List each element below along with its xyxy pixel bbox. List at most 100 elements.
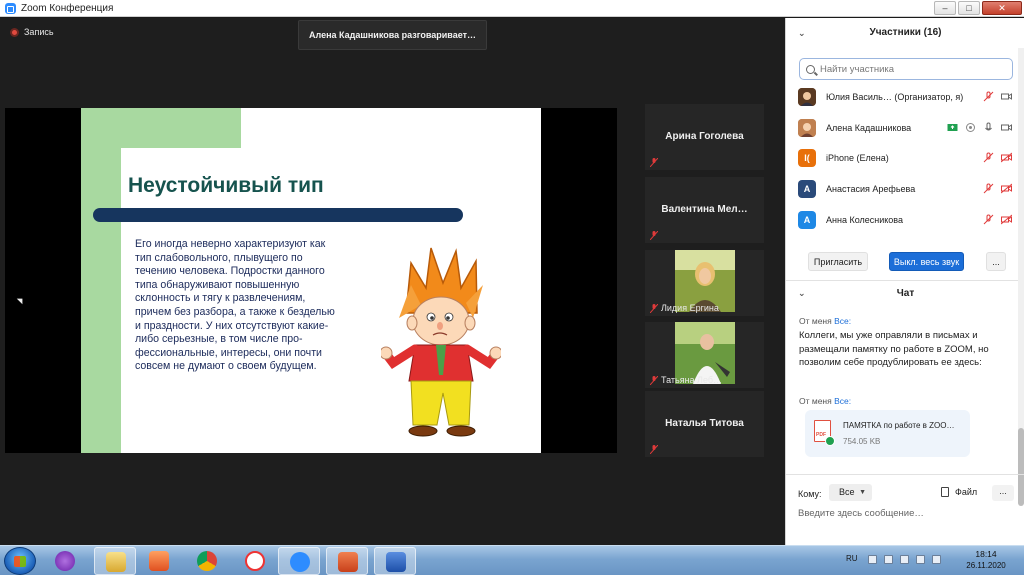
recipient-label: Кому: <box>798 489 822 499</box>
language-indicator[interactable]: RU <box>846 554 858 563</box>
message-recipient[interactable]: Все: <box>834 396 851 406</box>
clock-time: 18:14 <box>975 549 997 559</box>
participant-name: Анастасия Арефьева <box>826 184 916 194</box>
battery-icon[interactable] <box>916 555 925 564</box>
video-thumbnail[interactable]: Лидия Ергина <box>645 250 764 316</box>
invite-button[interactable]: Пригласить <box>808 252 868 271</box>
tray-expand-icon[interactable] <box>868 555 877 564</box>
more-options-button[interactable]: ... <box>986 252 1006 271</box>
meeting-view: Запись Алена Кадашникова разговаривает… … <box>0 18 785 545</box>
chat-scrollbar[interactable] <box>1018 48 1024 506</box>
video-icon[interactable] <box>1001 91 1012 102</box>
video-off-icon[interactable] <box>1001 214 1012 225</box>
taskbar-app-explorer[interactable] <box>94 547 136 575</box>
message-meta: От меня Все: <box>799 316 851 326</box>
message-recipient[interactable]: Все: <box>834 316 851 326</box>
avatar <box>798 119 816 137</box>
taskbar-app-zoom[interactable] <box>278 547 320 575</box>
taskbar-app-chrome[interactable] <box>186 547 228 575</box>
clock[interactable]: 18:14 26.11.2020 <box>961 549 1011 570</box>
taskbar-app-yandex[interactable] <box>234 547 276 575</box>
mic-muted-icon[interactable] <box>983 152 994 163</box>
participant-row[interactable]: Алена Кадашникова <box>798 114 1020 142</box>
collapse-chevron-icon[interactable]: ⌄ <box>798 288 806 299</box>
participant-name: Анна Колесникова <box>826 215 903 225</box>
volume-icon[interactable] <box>932 555 941 564</box>
thumbnail-name: Арина Гоголева <box>665 131 744 142</box>
tor-browser-icon <box>55 551 75 571</box>
presentation-slide: Неустойчивый тип Его иногда неверно хара… <box>81 108 541 453</box>
participant-controls <box>983 91 1012 102</box>
participant-name: Алена Кадашникова <box>826 123 912 133</box>
taskbar-app-tor[interactable] <box>44 547 86 575</box>
video-icon[interactable] <box>1001 122 1012 133</box>
video-thumbnail[interactable]: Татьяна Леб… <box>645 322 764 388</box>
video-thumbnail[interactable]: Наталья Титова <box>645 391 764 457</box>
mute-all-button[interactable]: Выкл. весь звук <box>889 252 964 271</box>
search-input[interactable] <box>820 63 1000 75</box>
recipient-select[interactable]: Все ▼ <box>829 484 872 501</box>
mic-muted-icon <box>650 158 658 167</box>
thumbnail-name: Лидия Ергина <box>661 303 719 313</box>
title-bar: Zoom Конференция – □ ✕ <box>0 0 1024 17</box>
search-icon <box>806 64 815 74</box>
zoom-icon <box>290 552 310 572</box>
mic-muted-icon <box>650 231 658 240</box>
chat-title: Чат <box>896 288 915 299</box>
clock-date: 26.11.2020 <box>966 561 1006 570</box>
participant-search[interactable] <box>799 58 1013 80</box>
avatar: A <box>798 180 816 198</box>
recipient-value: Все <box>839 487 855 497</box>
participant-controls <box>983 152 1012 163</box>
mic-muted-icon <box>650 376 658 385</box>
video-off-icon[interactable] <box>1001 183 1012 194</box>
participant-controls <box>947 122 1012 133</box>
window-controls: – □ ✕ <box>934 1 1022 15</box>
start-button[interactable] <box>4 547 36 575</box>
folder-icon <box>106 552 126 572</box>
participant-row[interactable]: A Анастасия Арефьева <box>798 175 1020 203</box>
screen-share-icon[interactable] <box>947 122 958 133</box>
slide-body: Его иногда неверно характеризуют как тип… <box>135 238 335 373</box>
participant-name: Юлия Василь… (Организатор, я) <box>826 92 964 102</box>
file-button[interactable]: Файл <box>941 487 977 497</box>
collapse-chevron-icon[interactable]: ⌄ <box>798 18 806 48</box>
participant-row[interactable]: A Анна Колесникова <box>798 206 1020 234</box>
mic-icon[interactable] <box>983 122 994 133</box>
flag-icon[interactable] <box>884 555 893 564</box>
chrome-icon <box>197 551 217 571</box>
participant-row[interactable]: I( iPhone (Елена) <box>798 144 1020 172</box>
participant-controls <box>983 214 1012 225</box>
taskbar-app-powerpoint[interactable] <box>326 547 368 575</box>
chat-compose: Кому: Все ▼ Файл ... <box>786 474 1024 545</box>
mic-muted-icon[interactable] <box>983 91 994 102</box>
network-icon[interactable] <box>900 555 909 564</box>
recording-indicator[interactable]: Запись <box>10 27 54 37</box>
yandex-browser-icon <box>245 551 265 571</box>
taskbar-app-word[interactable] <box>374 547 416 575</box>
participants-title: Участники (16) <box>869 27 942 38</box>
tray-icons <box>868 555 941 564</box>
participant-row[interactable]: Юлия Василь… (Организатор, я) <box>798 83 1020 111</box>
video-thumbnail[interactable]: Арина Гоголева <box>645 104 764 170</box>
mic-muted-icon <box>650 445 658 454</box>
participant-name: iPhone (Елена) <box>826 153 889 163</box>
message-sender: От меня <box>799 316 832 326</box>
mic-muted-icon[interactable] <box>983 183 994 194</box>
mic-muted-icon[interactable] <box>983 214 994 225</box>
minimize-button[interactable]: – <box>934 1 956 15</box>
taskbar-app-media[interactable] <box>138 547 180 575</box>
chat-more-button[interactable]: ... <box>992 485 1014 501</box>
video-off-icon[interactable] <box>1001 152 1012 163</box>
maximize-button[interactable]: □ <box>958 1 980 15</box>
close-button[interactable]: ✕ <box>982 1 1022 15</box>
slide-title-rule <box>93 208 463 222</box>
file-attachment[interactable]: PDF ПАМЯТКА по работе в ZOO… 754.05 KB <box>805 410 970 457</box>
chat-message-input[interactable] <box>798 508 1008 519</box>
word-icon <box>386 552 406 572</box>
active-speaker-banner: Алена Кадашникова разговаривает… <box>298 20 487 50</box>
file-type-badge: PDF <box>816 432 826 438</box>
system-tray: RU 18:14 26.11.2020 <box>843 546 1024 575</box>
video-thumbnail[interactable]: Валентина Мел… <box>645 177 764 243</box>
chat-header: ⌄ Чат <box>786 288 1024 299</box>
